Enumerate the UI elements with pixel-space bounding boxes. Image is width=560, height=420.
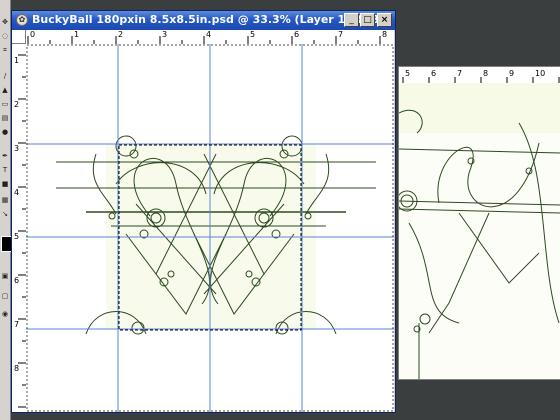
stamp-tool-icon[interactable]: ▲ — [1, 86, 9, 94]
ruler-label: 2 — [118, 30, 124, 39]
quickmask-icon[interactable]: ▣ — [1, 272, 9, 280]
jump-to-icon[interactable]: ◉ — [1, 310, 9, 318]
background-canvas[interactable] — [399, 83, 560, 379]
ruler-origin[interactable] — [12, 30, 26, 44]
ruler-label: 2 — [14, 100, 20, 109]
pen-tool-icon[interactable]: ✒ — [1, 152, 9, 160]
document-icon[interactable]: ✿ — [16, 14, 28, 26]
background-line-art — [399, 83, 560, 379]
background-document-window[interactable]: 5 6 7 8 9 10 — [398, 66, 560, 380]
ruler-label: 4 — [206, 30, 212, 39]
ruler-label: 0 — [30, 30, 36, 39]
toolbox-panel: ✥ ◌ ⌗ / ▲ ▭ ▤ ● ✒ T ■ ▦ ↘ ▣ ▢ ◉ — [0, 0, 12, 420]
bg-ruler-label: 7 — [457, 69, 463, 78]
horizontal-ruler[interactable]: 0 1 2 3 4 5 6 7 8 — [26, 30, 394, 45]
move-tool-icon[interactable]: ✥ — [1, 18, 9, 26]
document-canvas[interactable] — [26, 44, 394, 412]
document-window[interactable]: ✿ BuckyBall 180pxin 8.5x8.5in.psd @ 33.3… — [11, 10, 396, 413]
ruler-label: 3 — [162, 30, 168, 39]
ruler-label: 6 — [14, 276, 20, 285]
eyedropper-tool-icon[interactable]: ↘ — [1, 210, 9, 218]
vertical-ruler[interactable]: 1 2 3 4 5 6 7 8 — [12, 44, 27, 412]
ruler-label: 1 — [14, 56, 20, 65]
lasso-tool-icon[interactable]: ◌ — [1, 32, 9, 40]
gradient-tool-icon[interactable]: ▤ — [1, 114, 9, 122]
ruler-label: 1 — [74, 30, 80, 39]
text-tool-icon[interactable]: T — [1, 166, 9, 174]
brush-tool-icon[interactable]: / — [1, 72, 9, 80]
notes-tool-icon[interactable]: ▦ — [1, 196, 9, 204]
bg-ruler-label: 10 — [535, 69, 546, 78]
bg-ruler-label: 5 — [405, 69, 411, 78]
ruler-label: 5 — [250, 30, 256, 39]
ruler-label: 3 — [14, 144, 20, 153]
bg-ruler-label: 9 — [509, 69, 515, 78]
ruler-label: 4 — [14, 188, 20, 197]
close-button[interactable]: × — [377, 13, 392, 27]
ruler-label: 5 — [14, 232, 20, 241]
ruler-label: 8 — [14, 364, 20, 373]
ruler-label: 8 — [382, 30, 388, 39]
shape-tool-icon[interactable]: ■ — [1, 180, 9, 188]
canvas-artwork — [26, 44, 394, 412]
eraser-tool-icon[interactable]: ▭ — [1, 100, 9, 108]
ruler-label: 6 — [294, 30, 300, 39]
window-title: BuckyBall 180pxin 8.5x8.5in.psd @ 33.3% … — [32, 13, 385, 26]
dodge-tool-icon[interactable]: ● — [1, 128, 9, 136]
minimize-button[interactable]: _ — [344, 13, 359, 27]
bg-ruler-label: 8 — [483, 69, 489, 78]
crop-tool-icon[interactable]: ⌗ — [1, 46, 9, 54]
ruler-label: 7 — [14, 320, 20, 329]
ruler-label: 7 — [338, 30, 344, 39]
title-bar[interactable]: ✿ BuckyBall 180pxin 8.5x8.5in.psd @ 33.3… — [12, 11, 395, 30]
background-horizontal-ruler: 5 6 7 8 9 10 — [399, 67, 560, 84]
screen-mode-icon[interactable]: ▢ — [1, 292, 9, 300]
maximize-button[interactable]: □ — [360, 13, 375, 27]
bg-ruler-label: 6 — [431, 69, 437, 78]
